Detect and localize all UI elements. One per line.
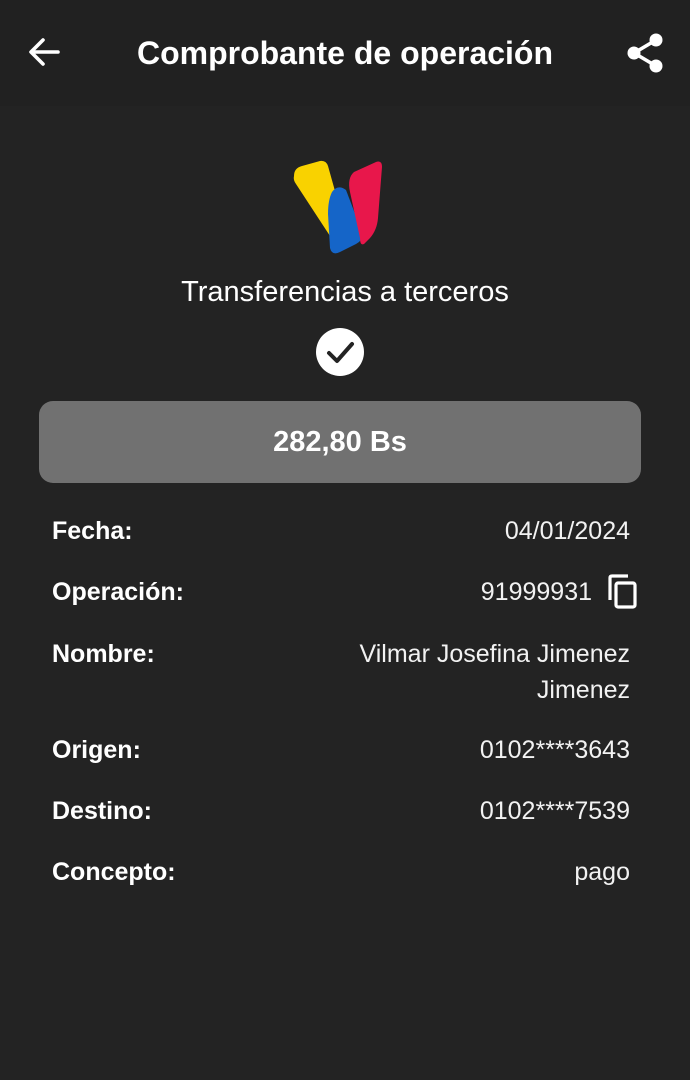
receipt-screen: Comprobante de operación Transferencias …	[0, 0, 690, 1080]
transaction-type: Transferencias a terceros	[181, 276, 509, 308]
copy-icon[interactable]	[606, 574, 638, 610]
share-button[interactable]	[622, 30, 668, 76]
destino-label: Destino:	[52, 797, 152, 825]
origen-value: 0102****3643	[479, 736, 630, 764]
detail-row-destino: Destino: 0102****7539	[52, 793, 630, 829]
bank-logo	[293, 160, 382, 254]
detail-row-concepto: Concepto: pago	[52, 854, 630, 890]
detail-row-operacion: Operación: 91999931	[52, 574, 638, 610]
arrow-left-icon	[29, 38, 60, 66]
destino-value: 0102****7539	[479, 797, 630, 825]
page-title: Comprobante de operación	[136, 35, 554, 71]
nombre-label: Nombre:	[52, 640, 155, 668]
detail-row-nombre: Nombre: Vilmar Josefina Jimenez Jimenez	[52, 636, 630, 708]
fecha-label: Fecha:	[52, 517, 133, 545]
amount-display: 282,80 Bs	[39, 401, 641, 483]
origen-label: Origen:	[52, 736, 141, 764]
back-button[interactable]	[22, 30, 66, 74]
nombre-value: Vilmar Josefina Jimenez Jimenez	[359, 640, 630, 704]
share-icon	[627, 33, 663, 73]
detail-row-fecha: Fecha: 04/01/2024	[52, 513, 630, 549]
operacion-label: Operación:	[52, 578, 184, 606]
detail-row-origen: Origen: 0102****3643	[52, 732, 630, 768]
top-app-bar: Comprobante de operación	[0, 0, 690, 106]
operacion-value: 91999931	[480, 578, 592, 606]
check-circle-icon	[316, 328, 364, 376]
amount-value: 282,80 Bs	[273, 425, 407, 458]
concepto-value: pago	[574, 858, 630, 886]
concepto-label: Concepto:	[52, 858, 176, 886]
operacion-value-group: 91999931	[481, 574, 638, 610]
fecha-value: 04/01/2024	[504, 517, 630, 545]
